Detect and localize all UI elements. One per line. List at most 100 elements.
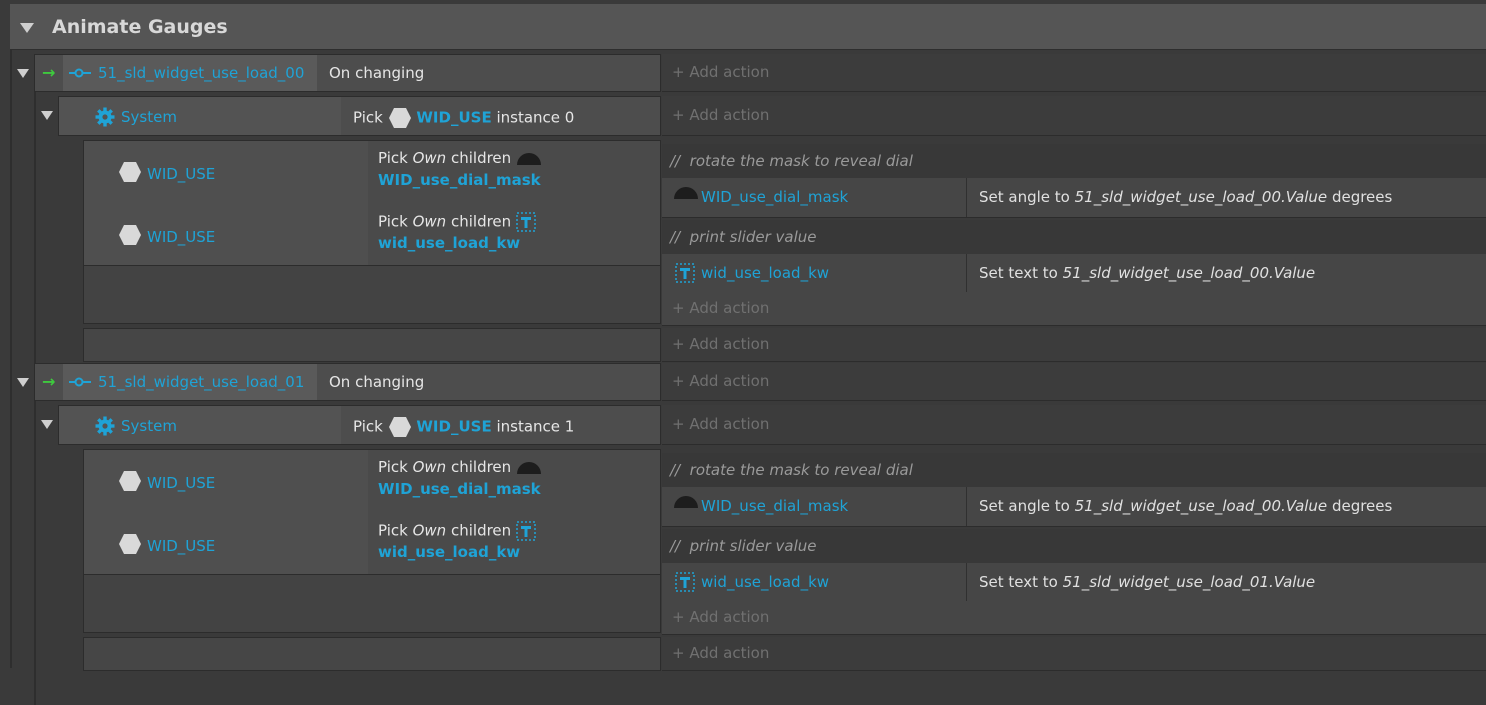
empty-sub-event-actions[interactable]: + Add action <box>662 637 1486 671</box>
system-condition-cell[interactable]: System Pick WID_USE instance 1 <box>58 405 661 445</box>
system-collapse-icon[interactable] <box>41 420 53 429</box>
comment-text: // rotate the mask to reveal dial <box>670 461 913 479</box>
dial-mask-icon <box>674 496 698 508</box>
action-row[interactable]: WID_use_dial_mask Set angle to 51_sld_wi… <box>662 178 1486 218</box>
action-object-cell[interactable]: WID_use_dial_mask <box>662 178 967 217</box>
add-action-label: Add action <box>689 335 770 353</box>
add-action-label: Add action <box>689 63 770 81</box>
trigger-arrow-icon: → <box>42 372 56 391</box>
condition-object: WID_USE <box>147 228 216 246</box>
action-object-cell[interactable]: wid_use_load_kw <box>662 563 967 601</box>
dial-mask-icon <box>674 187 698 199</box>
sub-event-conditions[interactable]: WID_USE Pick Own children WID_use_dial_m… <box>83 449 661 575</box>
trigger-condition: On changing <box>329 373 425 391</box>
sub-event-empty <box>83 266 661 324</box>
plus-icon: + <box>672 608 685 626</box>
pick-children-target: WID_use_dial_mask <box>378 171 541 189</box>
sub-event-empty <box>83 575 661 633</box>
sub1-pick: Pick <box>378 458 408 476</box>
sub-event-add-action[interactable]: + Add action <box>662 601 1486 635</box>
action-description: Set text to 51_sld_widget_use_load_00.Va… <box>979 264 1315 282</box>
action1-prefix: Set angle to <box>979 497 1070 515</box>
system-actions-area[interactable]: + Add action <box>662 96 1486 136</box>
action2-prefix: Set text to <box>979 573 1058 591</box>
event-collapse-icon[interactable] <box>17 69 29 78</box>
plus-icon: + <box>672 299 685 317</box>
empty-sub-event[interactable] <box>83 328 661 362</box>
sub1-children: children <box>450 149 512 167</box>
condition-object: WID_USE <box>147 165 216 183</box>
comment-row[interactable]: // rotate the mask to reveal dial <box>662 144 1486 178</box>
empty-sub-event[interactable] <box>83 637 661 671</box>
sub1-own: Own <box>412 458 447 476</box>
family-hexagon-icon <box>119 225 141 245</box>
event-block: → 51_sld_widget_use_load_00 On changing … <box>0 54 1486 396</box>
sub-event-conditions[interactable]: WID_USE Pick Own children WID_use_dial_m… <box>83 140 661 266</box>
action-row[interactable]: WID_use_dial_mask Set angle to 51_sld_wi… <box>662 487 1486 527</box>
pick-object: WID_USE <box>416 108 492 127</box>
comment-row[interactable]: // rotate the mask to reveal dial <box>662 453 1486 487</box>
trigger-object-cell[interactable]: 51_sld_widget_use_load_01 <box>63 364 317 400</box>
pick-children-target: wid_use_load_kw <box>378 543 521 561</box>
action-row[interactable]: wid_use_load_kw Set text to 51_sld_widge… <box>662 254 1486 292</box>
event-actions-area[interactable]: + Add action <box>662 54 1486 92</box>
add-action-button[interactable]: + Add action <box>672 608 769 626</box>
comment-row[interactable]: // print slider value <box>662 220 1486 254</box>
system-collapse-icon[interactable] <box>41 111 53 120</box>
empty-sub-event-actions[interactable]: + Add action <box>662 328 1486 362</box>
add-action-button[interactable]: + Add action <box>672 106 769 124</box>
system-actions-area[interactable]: + Add action <box>662 405 1486 445</box>
dial-mask-icon <box>516 152 541 165</box>
condition-objects-column <box>84 450 368 574</box>
event-condition-cell[interactable]: → 51_sld_widget_use_load_00 On changing <box>34 54 661 92</box>
sub1-children: children <box>450 458 512 476</box>
system-condition-cell[interactable]: System Pick WID_USE instance 0 <box>58 96 661 136</box>
action-object-name: wid_use_load_kw <box>701 573 830 591</box>
condition-objects-column <box>84 141 368 265</box>
sub-event-add-action[interactable]: + Add action <box>662 292 1486 326</box>
action-object-cell[interactable]: WID_use_dial_mask <box>662 487 967 526</box>
add-action-button[interactable]: + Add action <box>672 63 769 81</box>
event-actions-area[interactable]: + Add action <box>662 363 1486 401</box>
condition-object: WID_USE <box>147 537 216 555</box>
action1-expr: 51_sld_widget_use_load_00.Value <box>1074 188 1328 206</box>
comment1: rotate the mask to reveal dial <box>689 461 913 479</box>
trigger-condition: On changing <box>329 64 425 82</box>
action2-prefix: Set text to <box>979 264 1058 282</box>
sub2-own: Own <box>412 521 447 540</box>
event-condition-cell[interactable]: → 51_sld_widget_use_load_01 On changing <box>34 363 661 401</box>
pick-word: Pick <box>353 417 383 436</box>
gear-icon <box>95 416 115 436</box>
event-collapse-icon[interactable] <box>17 378 29 387</box>
sub-guide <box>34 401 36 705</box>
system-object-cell[interactable]: System <box>59 97 341 135</box>
action-object-cell[interactable]: wid_use_load_kw <box>662 254 967 292</box>
pick-word: Pick <box>353 108 383 127</box>
action-object-name: WID_use_dial_mask <box>701 497 849 515</box>
plus-icon: + <box>672 106 685 124</box>
action-object-name: WID_use_dial_mask <box>701 188 849 206</box>
comment-text: // rotate the mask to reveal dial <box>670 152 913 170</box>
pick-instance-condition: Pick WID_USE instance 0 <box>353 107 574 129</box>
add-action-button[interactable]: + Add action <box>672 335 769 353</box>
add-action-button[interactable]: + Add action <box>672 299 769 317</box>
add-action-button[interactable]: + Add action <box>672 372 769 390</box>
comment1: rotate the mask to reveal dial <box>689 152 913 170</box>
pick-children-condition: Pick Own children <box>378 458 542 476</box>
add-action-label: Add action <box>689 106 770 124</box>
add-action-button[interactable]: + Add action <box>672 644 769 662</box>
condition-object: WID_USE <box>147 474 216 492</box>
system-object-cell[interactable]: System <box>59 406 341 444</box>
pick-children-condition: Pick Own children <box>378 521 536 541</box>
action-row[interactable]: wid_use_load_kw Set text to 51_sld_widge… <box>662 563 1486 601</box>
comment-row[interactable]: // print slider value <box>662 529 1486 563</box>
collapse-triangle-icon[interactable] <box>20 23 34 33</box>
sub-guide <box>34 92 36 396</box>
add-action-label: Add action <box>689 415 770 433</box>
group-header[interactable]: Animate Gauges <box>10 4 1486 50</box>
add-action-label: Add action <box>689 299 770 317</box>
sub1-pick: Pick <box>378 149 408 167</box>
trigger-object-name: 51_sld_widget_use_load_00 <box>98 64 305 82</box>
trigger-object-cell[interactable]: 51_sld_widget_use_load_00 <box>63 55 317 91</box>
add-action-button[interactable]: + Add action <box>672 415 769 433</box>
